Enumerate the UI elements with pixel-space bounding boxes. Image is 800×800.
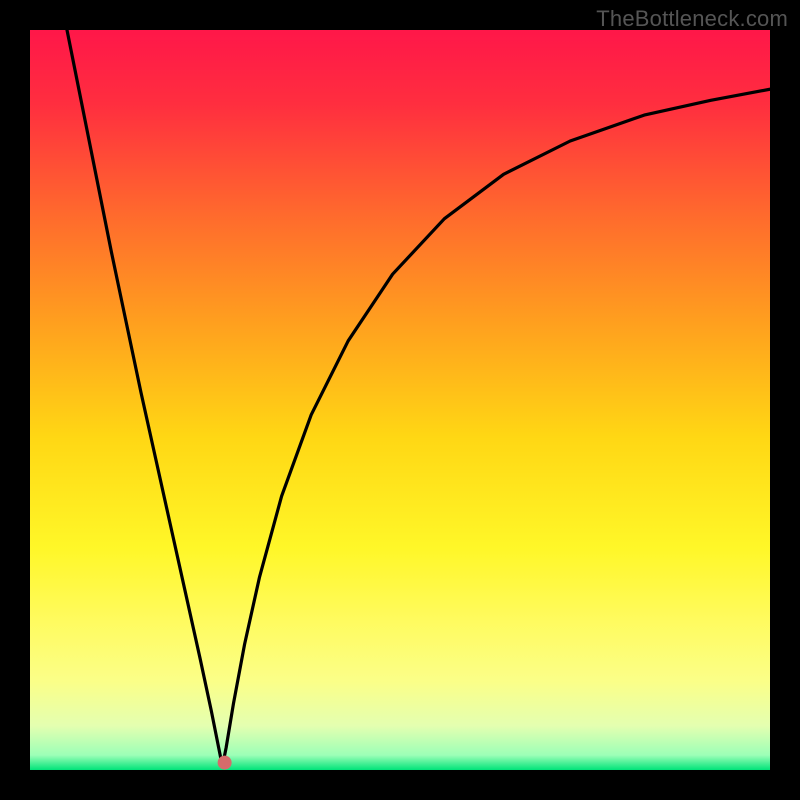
- gradient-background: [30, 30, 770, 770]
- chart-frame: TheBottleneck.com: [0, 0, 800, 800]
- attribution-label: TheBottleneck.com: [596, 6, 788, 32]
- apex-marker: [218, 756, 232, 770]
- bottleneck-chart: [30, 30, 770, 770]
- plot-area: [30, 30, 770, 770]
